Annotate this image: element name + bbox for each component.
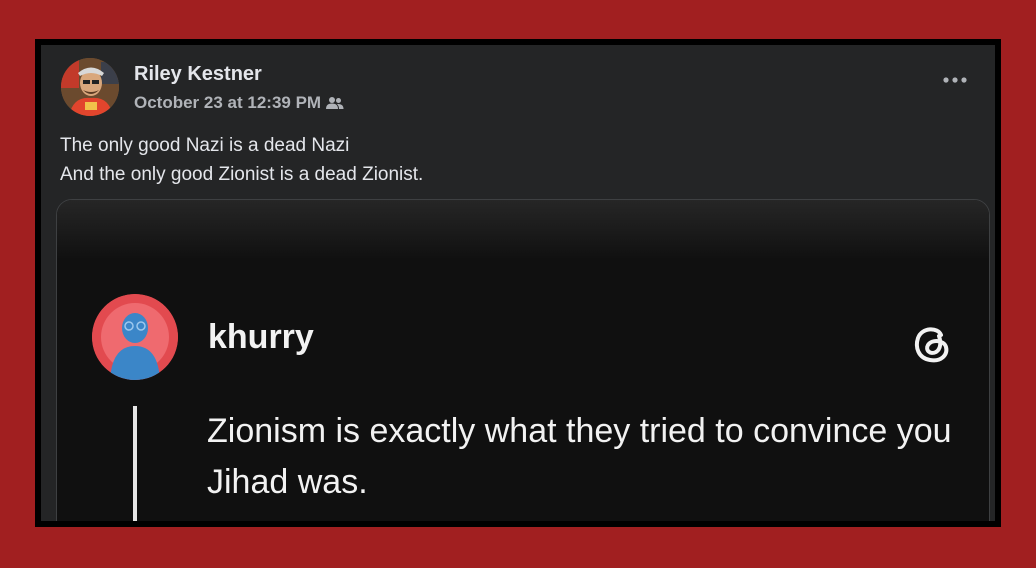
threads-username: khurry: [208, 318, 314, 356]
embed-shade: [57, 200, 989, 260]
threads-post-text: Zionism is exactly what they tried to co…: [207, 412, 952, 501]
threads-logo-icon: [914, 327, 949, 363]
more-horizontal-icon[interactable]: [941, 73, 969, 87]
post-text-line-1: The only good Nazi is a dead Nazi: [60, 135, 350, 156]
threads-embed-image[interactable]: khurry Zionism is exactly what they trie…: [56, 199, 990, 521]
author-name[interactable]: Riley Kestner: [134, 63, 262, 86]
post-body: The only good Nazi is a dead Nazi And th…: [60, 131, 423, 189]
friends-icon: [326, 97, 344, 109]
thread-connector-line: [133, 406, 137, 521]
post-meta: October 23 at 12:39 PM: [134, 93, 344, 113]
post-text-line-2: And the only good Zionist is a dead Zion…: [60, 164, 424, 185]
threads-user-avatar: [92, 294, 178, 380]
post-timestamp[interactable]: October 23 at 12:39 PM: [134, 93, 321, 113]
facebook-post: Riley Kestner October 23 at 12:39 PM The…: [41, 45, 995, 521]
author-avatar[interactable]: [61, 58, 119, 116]
screenshot-frame: Riley Kestner October 23 at 12:39 PM The…: [35, 39, 1001, 527]
